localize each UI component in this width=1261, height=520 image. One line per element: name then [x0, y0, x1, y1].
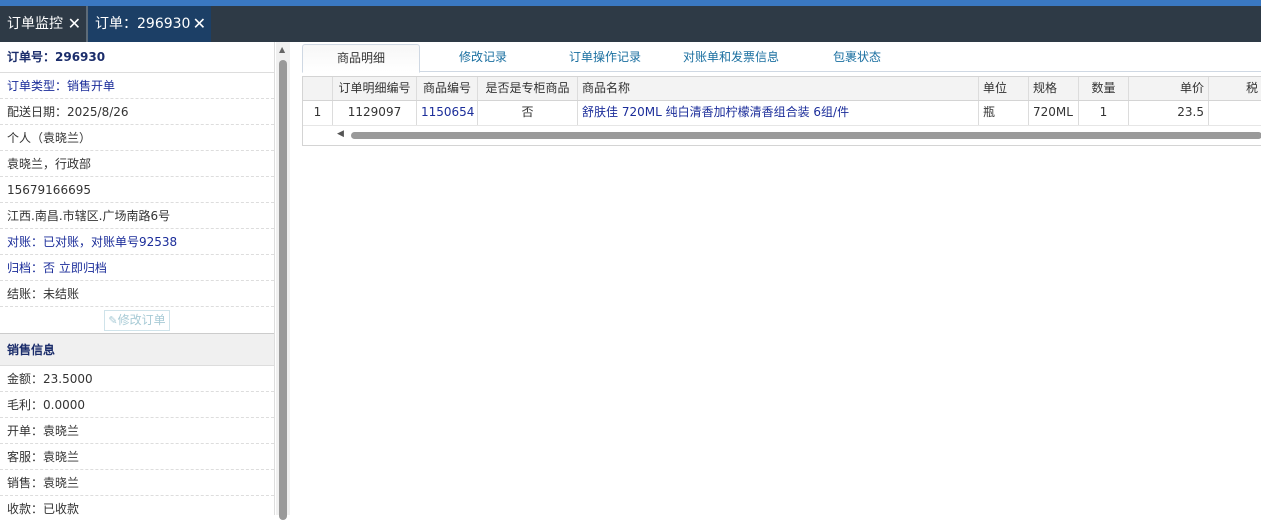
- col-header-spec[interactable]: 规格: [1029, 77, 1079, 100]
- order-detail-main: 商品明细 修改记录 订单操作记录 对账单和发票信息 包裹状态 订单明细编号 商品…: [296, 42, 1261, 515]
- scroll-left-arrow-icon[interactable]: ◀: [337, 129, 344, 139]
- cell-product-id-link[interactable]: 1150654: [417, 101, 478, 125]
- edit-order-button[interactable]: ✎修改订单: [104, 310, 170, 331]
- cell-counter-product: 否: [478, 101, 578, 125]
- col-header-index: [303, 77, 333, 100]
- scrollbar-thumb[interactable]: [279, 60, 287, 520]
- cell-tax: [1209, 101, 1261, 125]
- archive-status[interactable]: 归档：否 立即归档: [0, 255, 274, 281]
- edit-icon: ✎: [108, 314, 118, 327]
- col-header-counter-product[interactable]: 是否是专柜商品: [478, 77, 578, 100]
- left-panel-scrollbar[interactable]: ▲: [276, 42, 290, 520]
- cell-detail-id: 1129097: [333, 101, 417, 125]
- sales-info-title: 销售信息: [0, 334, 274, 366]
- tab-order-detail[interactable]: 订单：296930 ✕: [88, 6, 211, 42]
- edit-order-label: 修改订单: [117, 313, 166, 327]
- window-tab-bar: 订单监控 ✕ 订单：296930 ✕: [0, 6, 1261, 42]
- table-row[interactable]: 1 1129097 1150654 否 舒肤佳 720ML 纯白清香加柠檬清香组…: [303, 101, 1261, 126]
- order-info-panel: 订单号：296930 订单类型：销售开单 配送日期：2025/8/26 个人（袁…: [0, 42, 275, 515]
- col-header-unit-price[interactable]: 单价: [1129, 77, 1209, 100]
- sales-payment: 收款：已收款: [0, 496, 274, 515]
- tab-order-monitor[interactable]: 订单监控 ✕: [0, 6, 86, 42]
- cell-unit: 瓶: [979, 101, 1029, 125]
- col-header-product-name[interactable]: 商品名称: [578, 77, 979, 100]
- cell-quantity: 1: [1079, 101, 1129, 125]
- table-header: 订单明细编号 商品编号 是否是专柜商品 商品名称 单位 规格 数量 单价 税: [303, 77, 1261, 101]
- address: 江西.南昌.市辖区.广场南路6号: [0, 203, 274, 229]
- close-icon[interactable]: ✕: [68, 6, 81, 42]
- product-table: 订单明细编号 商品编号 是否是专柜商品 商品名称 单位 规格 数量 单价 税 1…: [302, 76, 1261, 146]
- phone: 15679166695: [0, 177, 274, 203]
- tab-operation-log[interactable]: 订单操作记录: [546, 44, 664, 72]
- sales-profit: 毛利：0.0000: [0, 392, 274, 418]
- cell-product-name-link[interactable]: 舒肤佳 720ML 纯白清香加柠檬清香组合装 6组/件: [578, 101, 979, 125]
- table-horizontal-scrollbar[interactable]: ◀: [303, 128, 1261, 143]
- order-type: 订单类型：销售开单: [0, 73, 274, 99]
- sales-creator: 开单：袁晓兰: [0, 418, 274, 444]
- scroll-up-arrow-icon[interactable]: ▲: [279, 45, 285, 54]
- order-number: 订单号：296930: [0, 42, 274, 73]
- tab-reconcile-invoice[interactable]: 对账单和发票信息: [672, 44, 790, 72]
- cell-unit-price: 23.5: [1129, 101, 1209, 125]
- close-icon[interactable]: ✕: [193, 6, 206, 42]
- tab-edit-history[interactable]: 修改记录: [428, 44, 538, 72]
- sales-amount: 金额：23.5000: [0, 366, 274, 392]
- horizontal-scrollbar-thumb[interactable]: [351, 132, 1261, 139]
- delivery-date: 配送日期：2025/8/26: [0, 99, 274, 125]
- tab-package-status[interactable]: 包裹状态: [798, 44, 916, 72]
- col-header-detail-id[interactable]: 订单明细编号: [333, 77, 417, 100]
- reconcile-status[interactable]: 对账：已对账，对账单号92538: [0, 229, 274, 255]
- tab-product-details[interactable]: 商品明细: [302, 44, 420, 73]
- tab-label: 订单：296930: [95, 16, 191, 32]
- col-header-tax[interactable]: 税: [1209, 77, 1261, 100]
- cell-spec: 720ML: [1029, 101, 1079, 125]
- detail-tabs: 商品明细 修改记录 订单操作记录 对账单和发票信息 包裹状态: [302, 44, 1261, 73]
- row-index: 1: [303, 101, 333, 125]
- tab-label: 订单监控: [7, 16, 63, 32]
- col-header-product-id[interactable]: 商品编号: [417, 77, 478, 100]
- edit-button-row: ✎修改订单: [0, 307, 274, 334]
- col-header-unit[interactable]: 单位: [979, 77, 1029, 100]
- sales-service: 客服：袁晓兰: [0, 444, 274, 470]
- sales-person: 销售：袁晓兰: [0, 470, 274, 496]
- contact: 袁晓兰，行政部: [0, 151, 274, 177]
- settle-status: 结账：未结账: [0, 281, 274, 307]
- col-header-quantity[interactable]: 数量: [1079, 77, 1129, 100]
- customer: 个人（袁晓兰）: [0, 125, 274, 151]
